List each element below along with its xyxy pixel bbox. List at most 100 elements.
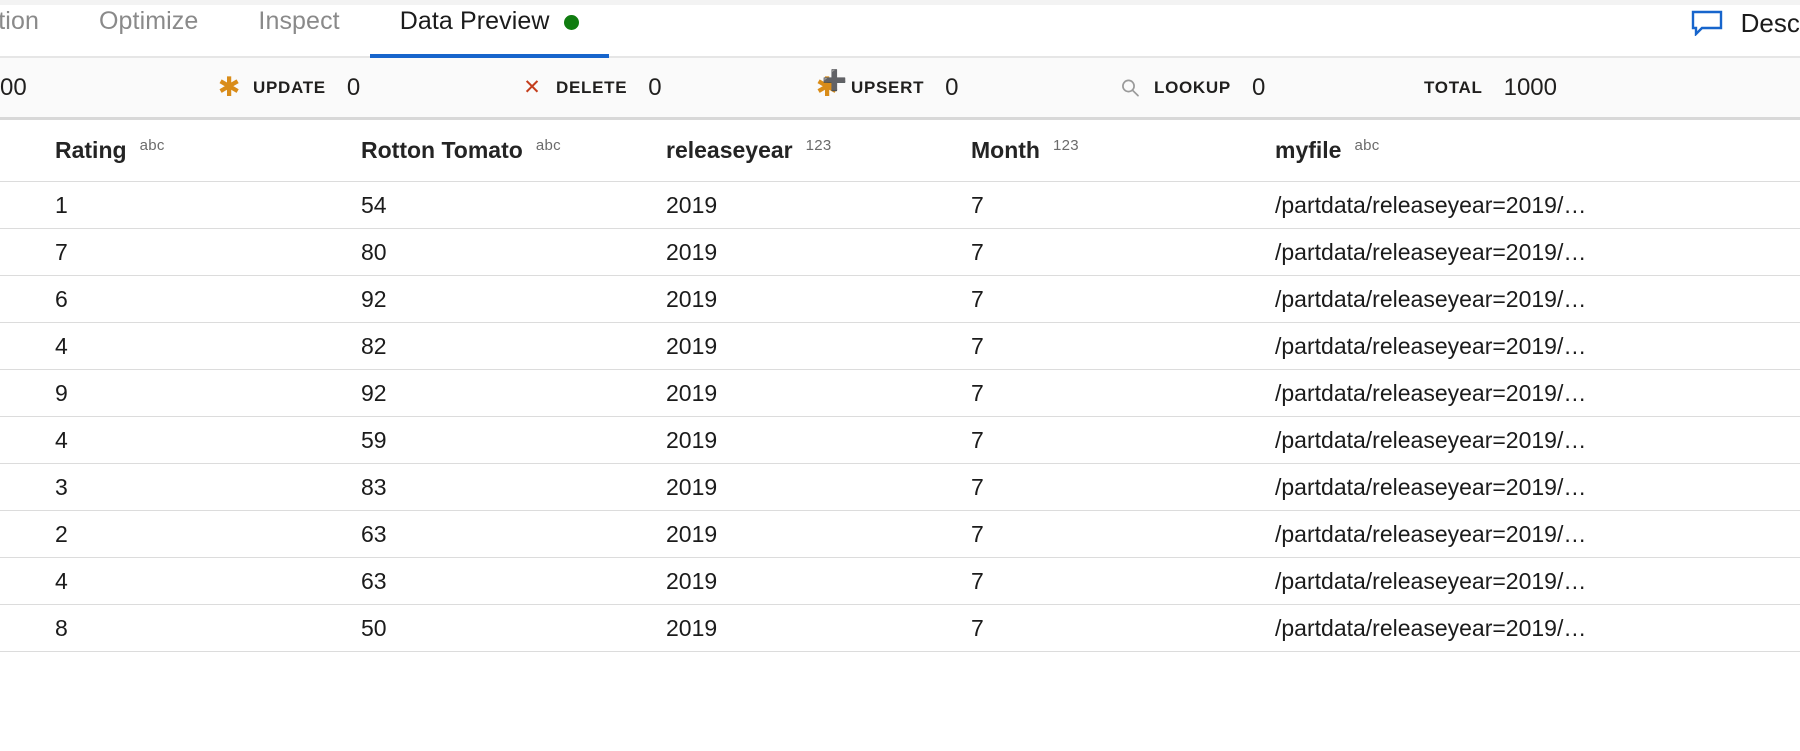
table-cell-month: 7 [971,379,984,406]
asterisk-plus-icon: ✱ ➕ [815,67,847,103]
grid-header-row: Rating abc Rotton Tomato abc releaseyear 123 M… [0,120,1800,182]
table-row[interactable]: 7 80 2019 7/partdata/releaseyear=2019/… [0,229,1800,276]
search-icon [1119,77,1141,99]
table-row[interactable]: 8 50 2019 7/partdata/releaseyear=2019/… [0,605,1800,652]
row-operation-stats-bar: 00 ✱ UPDATE 0 ✕ DELETE 0 ✱ ➕ UPSERT 0 LOOKUP 0 TOTAL 1… [0,58,1800,120]
table-cell-tomato: 82 [361,332,387,359]
table-cell-rating: 4 [55,332,68,359]
tab-label: Inspect [258,6,340,35]
column-header-label: Rotton Tomato [361,137,523,163]
tab-inspect[interactable]: Inspect [228,0,369,56]
table-cell-tomato: 50 [361,614,387,641]
table-cell-myfile: /partdata/releaseyear=2019/… [1275,614,1587,641]
table-row[interactable]: 4 59 2019 7/partdata/releaseyear=2019/… [0,417,1800,464]
table-cell-month: 7 [971,191,984,218]
tab-bar-actions: Descript [1691,0,1800,56]
data-preview-grid: Rating abc Rotton Tomato abc releaseyear 123 M… [0,120,1800,652]
stat-label: DELETE [556,77,628,97]
table-cell-rating: 9 [55,379,68,406]
stat-value: 0 [1251,73,1266,101]
description-button[interactable]: Descript [1691,8,1800,39]
table-cell-myfile: /partdata/releaseyear=2019/… [1275,332,1587,359]
column-type-badge-abc: abc [535,137,561,154]
table-cell-year: 2019 [666,520,718,547]
column-type-badge-abc: abc [139,137,165,154]
table-cell-year: 2019 [666,191,718,218]
table-cell-rating: 8 [55,614,68,641]
table-cell-rating: 6 [55,285,68,312]
table-cell-myfile: /partdata/releaseyear=2019/… [1275,567,1587,594]
grid-body: 1 54 2019 7/partdata/releaseyear=2019/… 7 80 2… [0,182,1800,652]
table-row[interactable]: 6 92 2019 7/partdata/releaseyear=2019/… [0,276,1800,323]
table-row[interactable]: 3 83 2019 7/partdata/releaseyear=2019/… [0,464,1800,511]
table-cell-month: 7 [971,567,984,594]
stat-value: 0 [648,73,662,101]
stat-label: TOTAL [1424,77,1483,97]
table-cell-rating: 1 [55,191,68,218]
column-header-myfile[interactable]: myfile abc [1275,120,1800,181]
table-cell-month: 7 [971,520,984,547]
column-header-label: releaseyear [666,137,793,163]
tab-list: jection Optimize Inspect Data Preview [0,0,609,58]
table-cell-tomato: 54 [361,191,387,218]
column-type-badge-123: 123 [1052,137,1079,154]
table-cell-tomato: 63 [361,567,387,594]
x-icon: ✕ [523,75,541,99]
stat-label: LOOKUP [1154,77,1231,97]
table-cell-month: 7 [971,332,984,359]
stat-label: UPSERT [851,77,925,97]
column-header-rating[interactable]: Rating abc [55,120,355,181]
stat-delete: ✕ DELETE 0 [521,73,662,102]
table-row[interactable]: 4 82 2019 7/partdata/releaseyear=2019/… [0,323,1800,370]
tab-bar: jection Optimize Inspect Data Preview Descr… [0,0,1800,58]
table-row[interactable]: 9 92 2019 7/partdata/releaseyear=2019/… [0,370,1800,417]
stat-update: ✱ UPDATE 0 [218,73,361,102]
table-cell-month: 7 [971,473,984,500]
column-header-month[interactable]: Month 123 [971,120,1271,181]
tab-data-preview[interactable]: Data Preview [369,0,609,58]
table-cell-myfile: /partdata/releaseyear=2019/… [1275,285,1587,312]
table-cell-tomato: 92 [361,379,387,406]
table-cell-myfile: /partdata/releaseyear=2019/… [1275,473,1587,500]
data-preview-panel: jection Optimize Inspect Data Preview Descr… [0,0,1800,751]
table-cell-year: 2019 [666,379,718,406]
table-cell-myfile: /partdata/releaseyear=2019/… [1275,191,1587,218]
table-cell-year: 2019 [666,473,718,500]
tab-label: jection [0,6,39,35]
table-row[interactable]: 1 54 2019 7/partdata/releaseyear=2019/… [0,182,1800,229]
tab-status-dot-icon [563,14,579,30]
table-cell-month: 7 [971,426,984,453]
table-cell-tomato: 80 [361,238,387,265]
table-cell-year: 2019 [666,285,718,312]
table-cell-year: 2019 [666,332,718,359]
column-header-tomato[interactable]: Rotton Tomato abc [361,120,661,181]
column-header-label: Month [971,137,1040,163]
table-cell-myfile: /partdata/releaseyear=2019/… [1275,379,1587,406]
tab-jection[interactable]: jection [0,0,69,56]
table-cell-rating: 7 [55,238,68,265]
table-row[interactable]: 2 63 2019 7/partdata/releaseyear=2019/… [0,511,1800,558]
table-cell-myfile: /partdata/releaseyear=2019/… [1275,520,1587,547]
table-row[interactable]: 4 63 2019 7/partdata/releaseyear=2019/… [0,558,1800,605]
table-cell-rating: 4 [55,426,68,453]
table-cell-year: 2019 [666,614,718,641]
tab-optimize[interactable]: Optimize [69,0,228,56]
stat-upsert: ✱ ➕ UPSERT 0 [815,67,959,103]
table-cell-myfile: /partdata/releaseyear=2019/… [1275,238,1587,265]
stat-lookup: LOOKUP 0 [1119,74,1265,102]
table-cell-month: 7 [971,285,984,312]
column-header-label: Rating [55,137,127,163]
tab-label: Data Preview [399,6,550,35]
description-label: Descript [1740,7,1800,38]
stat-value: 00 [0,73,27,101]
table-cell-myfile: /partdata/releaseyear=2019/… [1275,426,1587,453]
tab-label: Optimize [98,6,199,35]
table-cell-tomato: 83 [361,473,387,500]
column-type-badge-123: 123 [805,137,832,154]
column-header-year[interactable]: releaseyear 123 [666,120,966,181]
stat-value: 0 [346,73,361,101]
table-cell-year: 2019 [666,238,718,265]
table-cell-year: 2019 [666,426,718,453]
table-cell-tomato: 59 [361,426,387,453]
stat-insert: 00 [0,74,27,102]
